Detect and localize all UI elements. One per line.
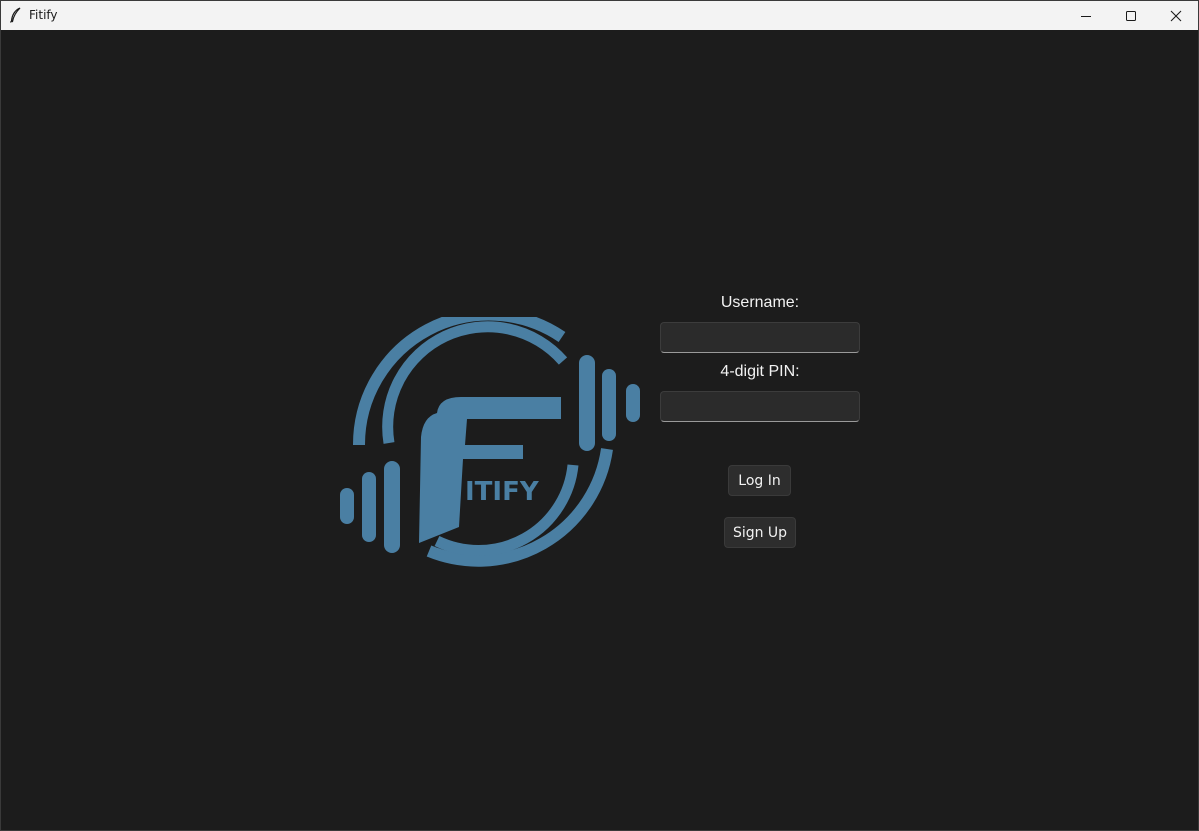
window-title: Fitify <box>29 8 58 22</box>
close-icon <box>1170 10 1182 21</box>
logo-wordmark: ITIFY <box>465 477 540 507</box>
fitify-logo: ITIFY <box>340 317 640 567</box>
login-button[interactable]: Log In <box>728 465 791 496</box>
signup-button[interactable]: Sign Up <box>724 517 796 548</box>
minimize-button[interactable] <box>1063 1 1109 30</box>
username-label: Username: <box>720 294 800 311</box>
username-input[interactable] <box>660 322 860 353</box>
maximize-icon <box>1126 10 1136 21</box>
pin-input[interactable] <box>660 391 860 422</box>
pin-label: 4-digit PIN: <box>720 363 800 380</box>
app-window: Fitify ITIFY Username: 4-digit PIN: Log … <box>0 0 1199 831</box>
login-screen: ITIFY Username: 4-digit PIN: Log In Sign… <box>1 30 1198 830</box>
maximize-button[interactable] <box>1108 1 1154 30</box>
feather-icon <box>9 7 23 23</box>
title-bar[interactable]: Fitify <box>1 1 1198 30</box>
close-button[interactable] <box>1153 1 1199 30</box>
minimize-icon <box>1081 15 1091 17</box>
